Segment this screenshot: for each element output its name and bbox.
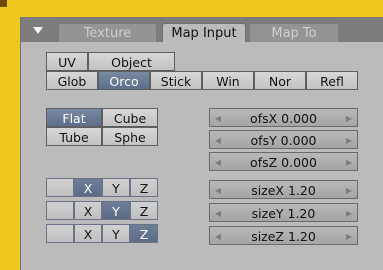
axis-row-3-z[interactable]: Z [130, 224, 158, 243]
cube-button[interactable]: Cube [102, 108, 158, 127]
ofsz-label: ofsZ 0.000 [250, 155, 317, 170]
decrement-arrow-icon[interactable]: ◀ [213, 227, 223, 246]
sizey-label: sizeY 1.20 [251, 206, 316, 221]
object-button[interactable]: Object [88, 52, 175, 71]
sizex-field[interactable]: ◀ sizeX 1.20 ▶ [209, 180, 358, 199]
axis-row-2-x[interactable]: X [74, 201, 102, 220]
ofsz-field[interactable]: ◀ ofsZ 0.000 ▶ [209, 152, 358, 171]
panel-header: Texture Map Input Map To [21, 18, 383, 42]
axis-row-2-z[interactable]: Z [130, 201, 158, 220]
increment-arrow-icon[interactable]: ▶ [344, 153, 354, 172]
decrement-arrow-icon[interactable]: ◀ [213, 109, 223, 128]
axis-row-2-blank[interactable] [46, 201, 74, 220]
sizex-label: sizeX 1.20 [251, 183, 316, 198]
orco-button[interactable]: Orco [98, 71, 150, 90]
decrement-arrow-icon[interactable]: ◀ [213, 204, 223, 223]
increment-arrow-icon[interactable]: ▶ [344, 181, 354, 200]
window-corner [0, 0, 7, 7]
refl-button[interactable]: Refl [306, 71, 358, 90]
ofsy-field[interactable]: ◀ ofsY 0.000 ▶ [209, 130, 358, 149]
axis-row-2-y[interactable]: Y [102, 201, 130, 220]
axis-row-1-z[interactable]: Z [130, 178, 158, 197]
increment-arrow-icon[interactable]: ▶ [344, 227, 354, 246]
ofsx-field[interactable]: ◀ ofsX 0.000 ▶ [209, 108, 358, 127]
uv-button[interactable]: UV [46, 52, 88, 71]
tab-map-to[interactable]: Map To [249, 23, 339, 42]
increment-arrow-icon[interactable]: ▶ [344, 109, 354, 128]
tab-map-input[interactable]: Map Input [162, 23, 246, 42]
tube-button[interactable]: Tube [46, 127, 102, 146]
decrement-arrow-icon[interactable]: ◀ [213, 181, 223, 200]
win-button[interactable]: Win [202, 71, 254, 90]
increment-arrow-icon[interactable]: ▶ [344, 131, 354, 150]
axis-row-1-y[interactable]: Y [102, 178, 130, 197]
sizey-field[interactable]: ◀ sizeY 1.20 ▶ [209, 203, 358, 222]
axis-row-3-y[interactable]: Y [102, 224, 130, 243]
sizez-field[interactable]: ◀ sizeZ 1.20 ▶ [209, 226, 358, 245]
decrement-arrow-icon[interactable]: ◀ [213, 153, 223, 172]
increment-arrow-icon[interactable]: ▶ [344, 204, 354, 223]
ofsy-label: ofsY 0.000 [250, 133, 317, 148]
map-input-panel: Texture Map Input Map To UV Object Glob … [20, 17, 383, 270]
axis-row-3-blank[interactable] [46, 224, 74, 243]
axis-row-1-blank[interactable] [46, 178, 74, 197]
axis-row-3-x[interactable]: X [74, 224, 102, 243]
sphe-button[interactable]: Sphe [102, 127, 158, 146]
collapse-triangle-icon[interactable] [33, 27, 43, 34]
nor-button[interactable]: Nor [254, 71, 306, 90]
glob-button[interactable]: Glob [46, 71, 98, 90]
axis-row-1-x[interactable]: X [74, 178, 102, 197]
decrement-arrow-icon[interactable]: ◀ [213, 131, 223, 150]
ofsx-label: ofsX 0.000 [250, 111, 317, 126]
stick-button[interactable]: Stick [150, 71, 202, 90]
sizez-label: sizeZ 1.20 [251, 229, 316, 244]
flat-button[interactable]: Flat [46, 108, 102, 127]
tab-texture[interactable]: Texture [58, 23, 157, 42]
